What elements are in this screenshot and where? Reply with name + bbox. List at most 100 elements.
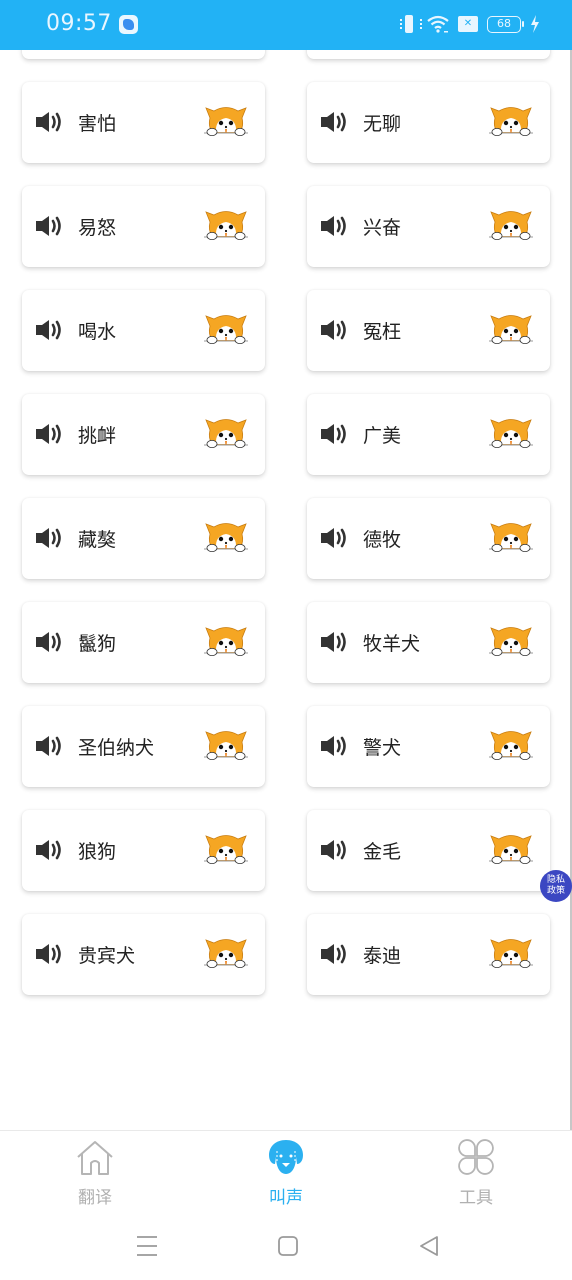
sound-label: 挑衅 [78, 425, 117, 447]
back-icon[interactable] [415, 1232, 443, 1260]
sound-label: 泰迪 [363, 945, 402, 967]
charging-icon [531, 15, 539, 33]
speaker-icon [36, 528, 61, 548]
tab-translate-label: 翻译 [78, 1188, 112, 1208]
sim-off-icon: ✕ [458, 16, 478, 32]
sound-card[interactable]: 害怕 [22, 82, 265, 163]
sound-card[interactable]: 喝水 [22, 290, 265, 371]
speaker-icon [36, 424, 61, 444]
sound-label: 金毛 [363, 841, 402, 863]
dog-mascot-icon [204, 315, 248, 344]
sound-card[interactable]: 牧羊犬 [307, 602, 550, 683]
speaker-icon [36, 840, 61, 860]
dog-mascot-icon [204, 211, 248, 240]
system-nav-bar [0, 1212, 572, 1280]
sound-card[interactable]: 德牧 [307, 498, 550, 579]
sound-card[interactable]: 狼狗 [22, 810, 265, 891]
speaker-icon [321, 320, 346, 340]
speaker-icon [36, 320, 61, 340]
speaker-icon [321, 424, 346, 444]
tab-sounds-label: 叫声 [269, 1188, 303, 1208]
sound-label: 鬣狗 [78, 633, 117, 655]
tab-translate[interactable]: 翻译 [35, 1131, 155, 1213]
status-time: 09:57 [46, 11, 112, 36]
speaker-icon [321, 736, 346, 756]
sound-card[interactable]: 兴奋 [307, 186, 550, 267]
tab-tools[interactable]: 工具 [416, 1131, 536, 1213]
speaker-icon [321, 528, 346, 548]
speaker-icon [36, 112, 61, 132]
dog-mascot-icon [489, 523, 533, 552]
vibrate-icon [400, 14, 422, 34]
privacy-badge-line2: 政策 [546, 886, 565, 896]
speaker-icon [321, 112, 346, 132]
sound-label: 广美 [363, 425, 402, 447]
dog-mascot-icon [489, 731, 533, 760]
tools-grid-icon [458, 1139, 494, 1175]
dog-mascot-icon [204, 523, 248, 552]
speaker-icon [321, 216, 346, 236]
tab-sounds[interactable]: 叫声 [226, 1131, 346, 1213]
speaker-icon [321, 944, 346, 964]
sound-label: 藏獒 [78, 529, 117, 551]
sound-label: 德牧 [363, 529, 402, 551]
sound-label: 贵宾犬 [78, 945, 136, 967]
sound-label: 牧羊犬 [363, 633, 421, 655]
dog-mascot-icon [204, 419, 248, 448]
speaker-icon [36, 736, 61, 756]
dog-icon [269, 1140, 303, 1174]
tab-tools-label: 工具 [459, 1188, 493, 1208]
sound-label: 冤枉 [363, 321, 402, 343]
house-icon [77, 1141, 113, 1175]
dog-mascot-icon [489, 627, 533, 656]
sound-label: 易怒 [78, 217, 117, 239]
sound-card[interactable]: 圣伯纳犬 [22, 706, 265, 787]
dog-mascot-icon [489, 107, 533, 136]
dog-mascot-icon [204, 107, 248, 136]
sound-label: 喝水 [78, 321, 117, 343]
battery-icon: 68 [487, 15, 524, 33]
dog-mascot-icon [489, 835, 533, 864]
dog-mascot-icon [204, 731, 248, 760]
sound-label: 无聊 [363, 113, 402, 135]
sound-card[interactable]: 警犬 [307, 706, 550, 787]
sound-card[interactable]: 冤枉 [307, 290, 550, 371]
privacy-policy-button[interactable]: 隐私 政策 [540, 870, 572, 902]
sound-label: 狼狗 [78, 841, 117, 863]
wifi-icon [427, 15, 449, 33]
dog-mascot-icon [489, 211, 533, 240]
speaker-icon [321, 840, 346, 860]
privacy-badge-line1: 隐私 [546, 875, 565, 885]
sound-card[interactable]: 金毛 [307, 810, 550, 891]
sound-card[interactable]: 鬣狗 [22, 602, 265, 683]
speaker-icon [36, 216, 61, 236]
app-notification-icon [119, 15, 138, 34]
sound-label: 兴奋 [363, 217, 402, 239]
sound-card[interactable]: 广美 [307, 394, 550, 475]
home-icon[interactable] [274, 1232, 302, 1260]
sound-list[interactable]: 欢迎 威胁害怕 无聊易怒 兴奋喝水 冤枉挑衅 广美藏獒 德牧鬣狗 牧羊犬圣伯纳犬 警犬狼狗 金毛贵… [0, 50, 572, 1130]
sound-card[interactable]: 泰迪 [307, 914, 550, 995]
status-icons: ✕ 68 [400, 14, 540, 34]
dog-mascot-icon [204, 835, 248, 864]
sound-card[interactable]: 贵宾犬 [22, 914, 265, 995]
dog-mascot-icon [489, 315, 533, 344]
sound-label: 害怕 [78, 113, 117, 135]
sound-card[interactable]: 欢迎 [22, 50, 265, 59]
sound-card[interactable]: 易怒 [22, 186, 265, 267]
speaker-icon [321, 632, 346, 652]
speaker-icon [36, 944, 61, 964]
sound-card[interactable]: 威胁 [307, 50, 550, 59]
sound-card[interactable]: 挑衅 [22, 394, 265, 475]
bottom-tab-bar: 翻译 叫声 工具 [0, 1130, 572, 1212]
status-bar: 09:57 ✕ 68 [0, 0, 572, 50]
sound-card[interactable]: 藏獒 [22, 498, 265, 579]
sound-label: 警犬 [363, 737, 402, 759]
speaker-icon [36, 632, 61, 652]
dog-mascot-icon [204, 939, 248, 968]
dog-mascot-icon [489, 939, 533, 968]
menu-icon[interactable] [133, 1232, 161, 1260]
sound-card[interactable]: 无聊 [307, 82, 550, 163]
dog-mascot-icon [489, 419, 533, 448]
dog-mascot-icon [204, 627, 248, 656]
